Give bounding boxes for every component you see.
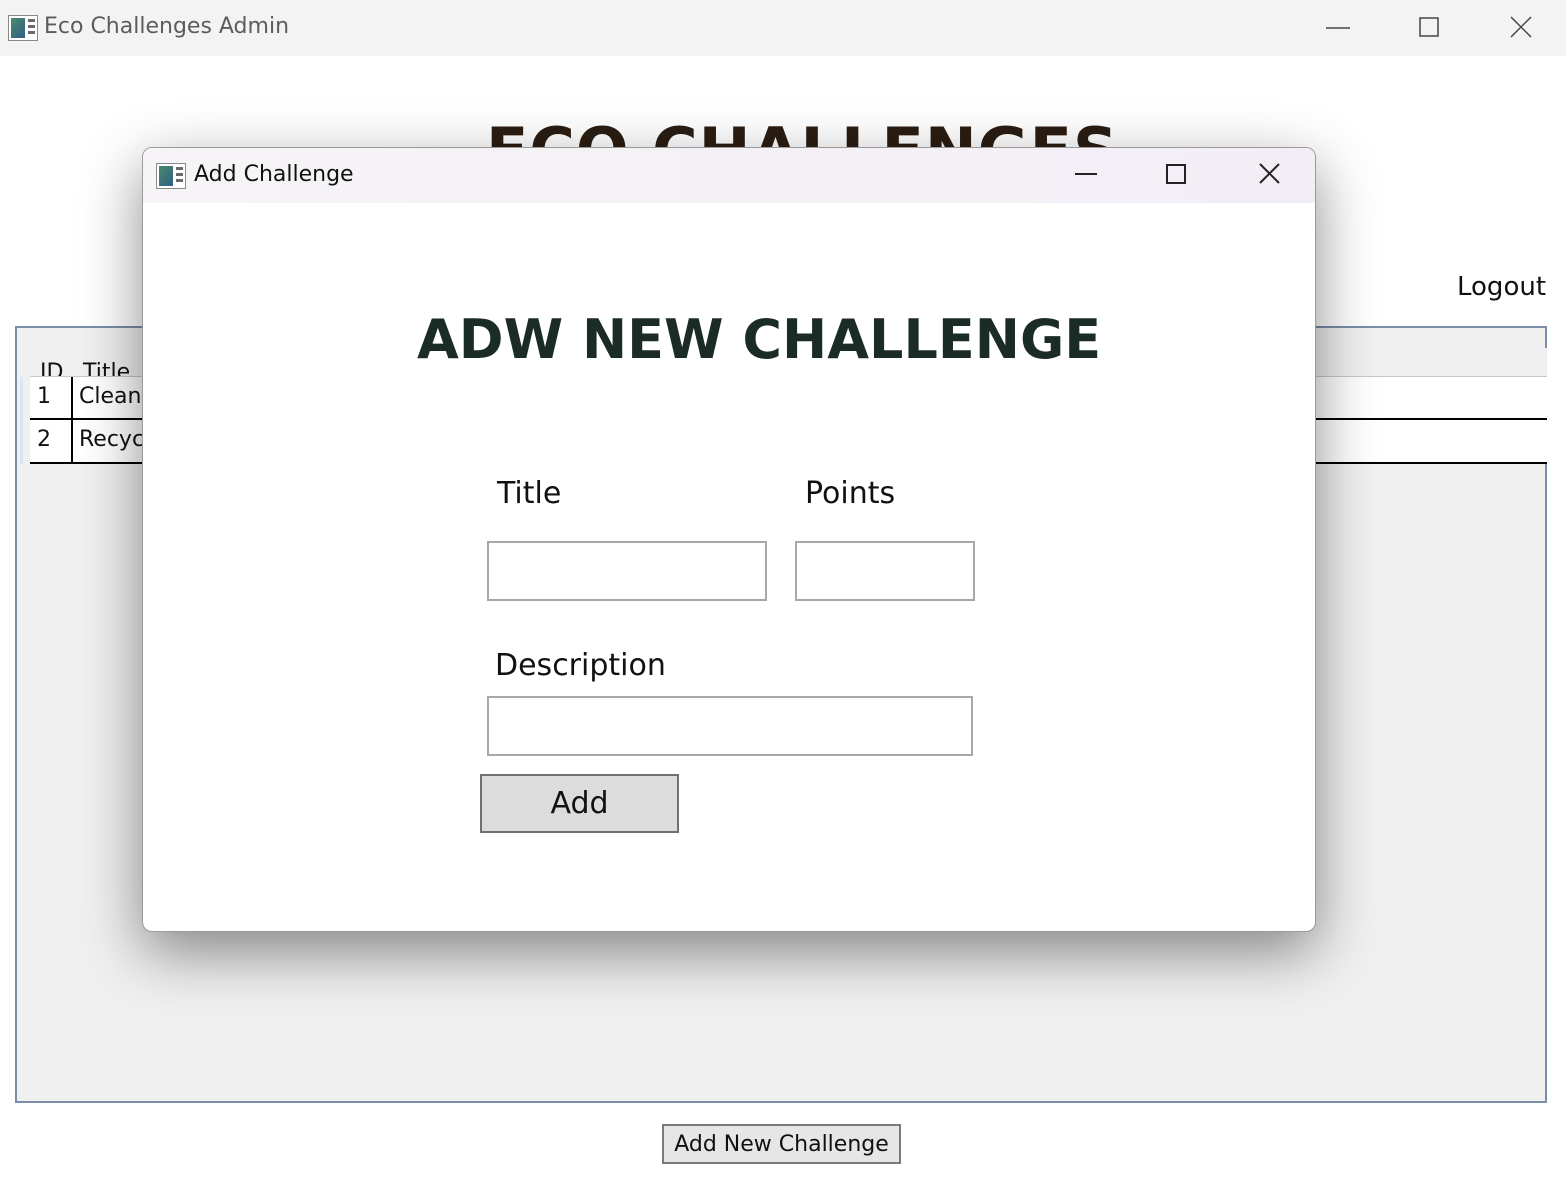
add-challenge-dialog: Add Challenge ADW NEW CHALLENGE Title Po… [142, 147, 1316, 932]
window-title: Eco Challenges Admin [44, 14, 290, 39]
main-maximize-button[interactable] [1406, 8, 1452, 48]
maximize-icon [1166, 164, 1186, 184]
close-icon [1259, 163, 1280, 184]
description-label: Description [495, 648, 666, 683]
cell-title: Recycl [79, 427, 151, 452]
points-input[interactable] [795, 541, 975, 601]
dialog-heading: ADW NEW CHALLENGE [417, 308, 1102, 371]
close-icon [1510, 16, 1532, 38]
minimize-icon [1326, 27, 1350, 29]
title-label: Title [497, 476, 562, 511]
add-new-challenge-button[interactable]: Add New Challenge [662, 1124, 901, 1164]
main-titlebar: Eco Challenges Admin [0, 0, 1566, 56]
cell-id: 2 [37, 427, 51, 452]
description-input[interactable] [487, 696, 973, 756]
app-icon [8, 15, 38, 41]
minimize-icon [1075, 173, 1097, 175]
dialog-maximize-button[interactable] [1154, 154, 1200, 194]
dialog-titlebar: Add Challenge [143, 148, 1315, 203]
cell-divider [71, 420, 73, 462]
cell-title: Cleani [79, 384, 148, 409]
dialog-title: Add Challenge [194, 162, 354, 187]
dialog-minimize-button[interactable] [1063, 154, 1109, 194]
logout-button[interactable]: Logout [1457, 272, 1546, 302]
cell-divider [71, 377, 73, 418]
cell-id: 1 [37, 384, 51, 409]
dialog-close-button[interactable] [1247, 154, 1293, 194]
row-selector[interactable] [20, 420, 23, 464]
maximize-icon [1419, 17, 1439, 37]
row-selector[interactable] [20, 377, 23, 421]
main-minimize-button[interactable] [1314, 8, 1360, 48]
app-icon [156, 163, 186, 189]
add-button[interactable]: Add [480, 774, 679, 833]
points-label: Points [805, 476, 896, 511]
main-close-button[interactable] [1498, 8, 1544, 48]
title-input[interactable] [487, 541, 767, 601]
